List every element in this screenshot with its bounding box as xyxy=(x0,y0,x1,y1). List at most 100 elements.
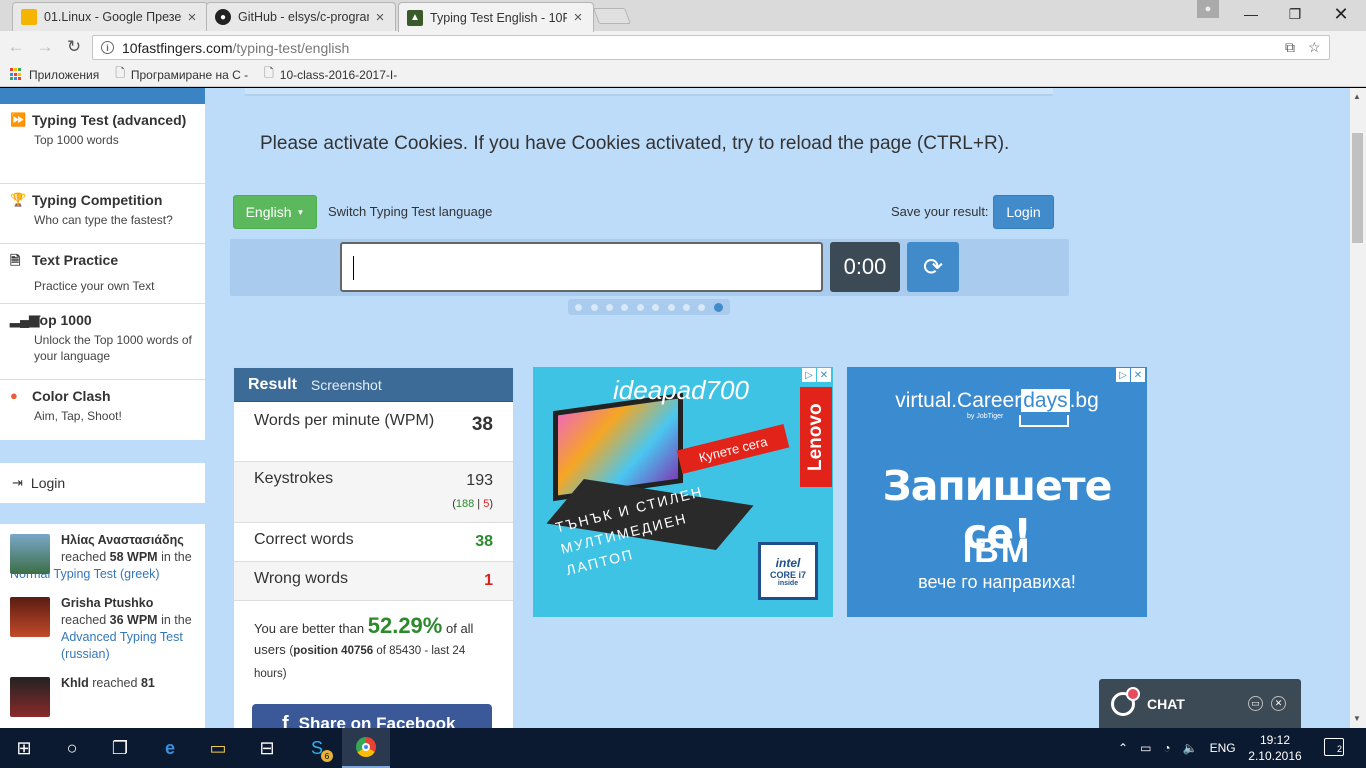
caret-down-icon: ▼ xyxy=(296,207,305,217)
scroll-up-icon[interactable]: ▲ xyxy=(1353,92,1361,101)
bookmarks-bar: Приложения 🗋 Програмиране на С - 🗋 10-cl… xyxy=(0,63,1366,87)
windows-taskbar: ⊞ ○ ❐ e ▭ ⊟ S6 ⌃ ▭ ◔ 🔈 ENG 19:12 2.10.20… xyxy=(0,728,1366,768)
language-dropdown-button[interactable]: English ▼ xyxy=(233,195,317,229)
ad-tagline: вече го направихa! xyxy=(918,572,1076,592)
keystrokes-breakdown: (188 | 5) xyxy=(452,498,493,510)
chat-widget[interactable]: CHAT ▭ ✕ xyxy=(1099,679,1301,728)
store-icon[interactable]: ⊟ xyxy=(243,728,291,768)
back-button[interactable]: ← xyxy=(3,34,29,60)
sidebar-item-top-1000[interactable]: ▂▄▆ Top 1000 Unlock the Top 1000 words of… xyxy=(0,304,205,380)
sidebar-item-subtitle: Aim, Tap, Shoot! xyxy=(34,409,122,423)
careerdays-ad[interactable]: ▷ ✕ virtual.Careerdays.bg by JobTiger Зап… xyxy=(847,367,1147,617)
lenovo-ad[interactable]: ▷ ✕ ideapad700 Lenovo Купете сега ТЪНЪК И… xyxy=(533,367,833,617)
sidebar-item-title-row: 🏆 Typing Competition xyxy=(10,192,195,208)
close-icon[interactable]: × xyxy=(571,9,585,26)
intel-badge-line: inside xyxy=(777,579,799,587)
restore-button[interactable]: ❐ xyxy=(1272,0,1318,28)
sidebar-item-typing-test-advanced[interactable]: ⏩ Typing Test (advanced) Top 1000 words xyxy=(0,104,205,184)
chat-minimize-icon[interactable]: ▭ xyxy=(1248,696,1263,711)
search-icon[interactable]: ○ xyxy=(48,728,96,768)
sidebar-login-link[interactable]: ⇥ Login xyxy=(0,463,205,503)
scrollbar-thumb[interactable] xyxy=(1352,133,1363,243)
volume-icon[interactable]: 🔈 xyxy=(1183,741,1198,755)
trophy-icon: 🏆 xyxy=(10,192,27,207)
clock-time: 19:12 xyxy=(1259,733,1291,747)
list-item: Ηλίας Αναστασιάδης reached 58 WPM in the … xyxy=(10,532,195,583)
switch-language-label: Switch Typing Test language xyxy=(328,204,493,219)
progress-dot xyxy=(698,303,706,311)
vertical-scrollbar[interactable]: ▲ ▼ xyxy=(1350,88,1366,728)
reload-test-button[interactable]: ⟳ xyxy=(907,242,959,292)
user-name[interactable]: Grisha Ptushko xyxy=(61,596,153,610)
windows-start-icon[interactable]: ⊞ xyxy=(0,728,48,768)
tab-github[interactable]: ● GitHub - elsys/c-program × xyxy=(206,2,396,31)
sidebar-item-typing-competition[interactable]: 🏆 Typing Competition Who can type the fas… xyxy=(0,184,205,244)
close-icon[interactable]: × xyxy=(373,9,387,26)
keystrokes-value: 193 xyxy=(466,472,493,489)
user-name[interactable]: Khld xyxy=(61,676,89,690)
keystrokes-label: Keystrokes xyxy=(254,470,334,487)
user-name[interactable]: Ηλίας Αναστασιάδης xyxy=(61,533,184,547)
result-tab[interactable]: Result xyxy=(248,376,297,394)
bookmark-programming-c[interactable]: 🗋 Програмиране на С - xyxy=(115,64,248,85)
edge-icon[interactable]: e xyxy=(146,728,194,768)
sidebar-item-subtitle: Unlock the Top 1000 words of your langua… xyxy=(34,333,192,363)
avatar[interactable] xyxy=(10,534,50,574)
network-icon[interactable]: ◔ xyxy=(1163,741,1170,755)
bookmark-10-class[interactable]: 🗋 10-class-2016-2017-I- xyxy=(264,64,397,85)
sidebar-item-subtitle: Top 1000 words xyxy=(34,133,119,147)
sidebar-item-text-practice[interactable]: 🗎 Text Practice Practice your own Text xyxy=(0,244,205,304)
task-view-icon[interactable]: ❐ xyxy=(96,728,144,768)
sidebar-item-title-row: ● Color Clash xyxy=(10,388,195,404)
new-tab-button[interactable] xyxy=(593,8,631,24)
battery-icon[interactable]: ▭ xyxy=(1140,741,1151,755)
keystrokes-correct: 188 xyxy=(455,498,475,510)
tab-google-slides[interactable]: 01.Linux - Google Презе × xyxy=(12,2,208,31)
bookmark-star-icon[interactable]: ☆ xyxy=(1308,39,1321,56)
forward-button[interactable]: → xyxy=(32,34,58,60)
screenshot-tab[interactable]: Screenshot xyxy=(311,377,382,393)
notification-center-icon[interactable]: 2 xyxy=(1324,738,1344,756)
sidebar-item-color-clash[interactable]: ● Color Clash Aim, Tap, Shoot! xyxy=(0,380,205,440)
result-header: Result Screenshot xyxy=(234,368,513,402)
file-explorer-icon[interactable]: ▭ xyxy=(194,728,242,768)
user-profile-icon[interactable]: ● xyxy=(1197,0,1219,18)
info-icon[interactable]: i xyxy=(101,41,114,54)
language-indicator[interactable]: ENG xyxy=(1210,741,1236,755)
ad-close-icon[interactable]: ✕ xyxy=(817,368,831,382)
login-button[interactable]: Login xyxy=(993,195,1054,229)
skype-icon[interactable]: S6 xyxy=(293,728,341,768)
test-link[interactable]: Advanced Typing Test (russian) xyxy=(61,630,183,661)
clock[interactable]: 19:12 2.10.2016 г. xyxy=(1245,732,1305,768)
scroll-down-icon[interactable]: ▼ xyxy=(1353,714,1361,723)
minimize-button[interactable]: — xyxy=(1228,0,1274,28)
page-content: ⏩ Typing Test (advanced) Top 1000 words 🏆… xyxy=(0,88,1350,728)
chat-close-icon[interactable]: ✕ xyxy=(1271,696,1286,711)
lenovo-logo: Lenovo xyxy=(800,387,832,487)
typing-input[interactable] xyxy=(340,242,823,292)
sidebar-item-title: Text Practice xyxy=(32,252,119,268)
close-icon[interactable]: × xyxy=(185,9,199,26)
avatar[interactable] xyxy=(10,677,50,717)
share-facebook-button[interactable]: f Share on Facebook xyxy=(252,704,492,728)
result-panel: Result Screenshot Words per minute (WPM)… xyxy=(233,367,514,728)
sidebar-active-item[interactable] xyxy=(0,88,205,104)
chat-icon xyxy=(1111,686,1140,716)
correct-words-value: 38 xyxy=(475,533,493,550)
language-label: English xyxy=(245,204,292,220)
tab-typing-test[interactable]: ▲ Typing Test English - 10F × xyxy=(398,2,594,32)
bookmark-label: Програмиране на С - xyxy=(130,67,249,82)
ad-close-icon[interactable]: ✕ xyxy=(1131,368,1145,382)
adchoices-icon[interactable]: ▷ xyxy=(802,368,816,382)
bookmark-apps[interactable]: Приложения xyxy=(10,68,99,82)
tray-chevron-icon[interactable]: ⌃ xyxy=(1118,741,1128,755)
translate-icon[interactable]: ⧉ xyxy=(1285,39,1295,56)
intel-badge: intel CORE i7 inside xyxy=(758,542,818,600)
window-close-button[interactable]: ✕ xyxy=(1318,0,1364,28)
chrome-icon[interactable] xyxy=(342,728,390,768)
address-bar[interactable]: i 10fastfingers.com/typing-test/english … xyxy=(92,35,1330,60)
reload-button[interactable]: ↻ xyxy=(61,34,87,60)
document-icon: 🗎 xyxy=(10,253,21,268)
adchoices-icon[interactable]: ▷ xyxy=(1116,368,1130,382)
avatar[interactable] xyxy=(10,597,50,637)
